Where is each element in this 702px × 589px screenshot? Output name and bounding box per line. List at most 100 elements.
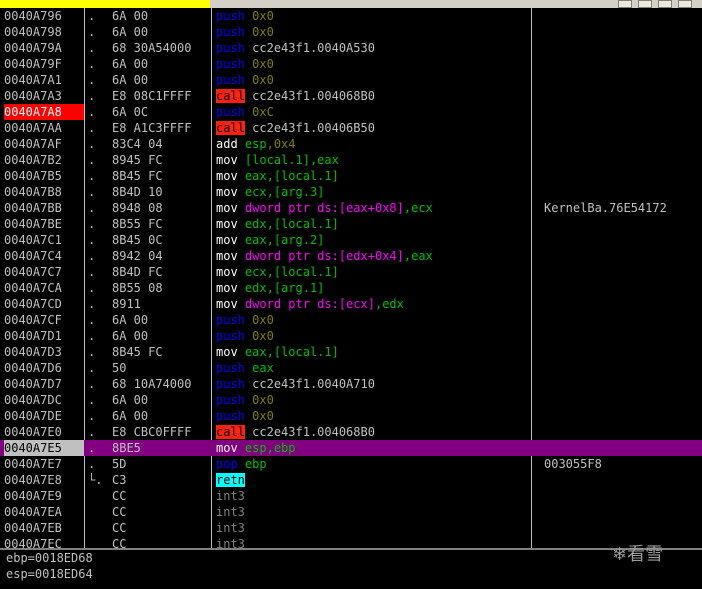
instruction-row[interactable]: 0040A7EA CC int3 bbox=[0, 504, 702, 520]
instruction-row[interactable]: 0040A7D7. 68 10A74000 push cc2e43f1.0040A7… bbox=[0, 376, 702, 392]
hex-bytes[interactable]: CC bbox=[112, 488, 126, 504]
address-cell[interactable]: 0040A7E7 bbox=[4, 456, 84, 472]
disassembly-cell[interactable]: push 0x0 bbox=[216, 392, 274, 408]
instruction-row[interactable]: 0040A798. 6A 00 push 0x0 bbox=[0, 24, 702, 40]
instruction-row[interactable]: 0040A7D6. 50 push eax bbox=[0, 360, 702, 376]
instruction-row[interactable]: 0040A7EC CC int3 bbox=[0, 536, 702, 548]
hex-bytes[interactable]: 6A 0C bbox=[112, 104, 148, 120]
disassembly-cell[interactable]: push 0xC bbox=[216, 104, 274, 120]
hex-bytes[interactable]: CC bbox=[112, 520, 126, 536]
address-cell[interactable]: 0040A7DE bbox=[4, 408, 84, 424]
hex-bytes[interactable]: E8 08C1FFFF bbox=[112, 88, 191, 104]
comment-cell[interactable]: KernelBa.76E54172 bbox=[544, 200, 667, 216]
address-cell[interactable]: 0040A7CF bbox=[4, 312, 84, 328]
hex-bytes[interactable]: 8911 bbox=[112, 296, 141, 312]
instruction-row[interactable]: 0040A796. 6A 00 push 0x0 bbox=[0, 8, 702, 24]
address-cell[interactable]: 0040A7C1 bbox=[4, 232, 84, 248]
disassembly-cell[interactable]: push 0x0 bbox=[216, 408, 274, 424]
hex-bytes[interactable]: E8 CBC0FFFF bbox=[112, 424, 191, 440]
hex-bytes[interactable]: 8B4D 10 bbox=[112, 184, 163, 200]
disassembly-pane[interactable]: 0040A796. 6A 00 push 0x0 0040A798. 6A 00 push… bbox=[0, 8, 702, 548]
disassembly-cell[interactable]: mov ecx,[arg.3] bbox=[216, 184, 324, 200]
address-cell[interactable]: 0040A7D6 bbox=[4, 360, 84, 376]
hex-bytes[interactable]: 8B45 FC bbox=[112, 344, 163, 360]
address-cell[interactable]: 0040A7EC bbox=[4, 536, 84, 548]
instruction-row[interactable]: 0040A7AA. E8 A1C3FFFF call cc2e43f1.00406B… bbox=[0, 120, 702, 136]
header-cell[interactable] bbox=[618, 0, 632, 8]
disassembly-cell[interactable]: mov esp,ebp bbox=[216, 440, 296, 456]
hex-bytes[interactable]: CC bbox=[112, 504, 126, 520]
disassembly-cell[interactable]: push 0x0 bbox=[216, 312, 274, 328]
instruction-row[interactable]: 0040A7A8. 6A 0C push 0xC bbox=[0, 104, 702, 120]
hex-bytes[interactable]: 6A 00 bbox=[112, 8, 148, 24]
disassembly-cell[interactable]: mov edx,[arg.1] bbox=[216, 280, 324, 296]
address-cell[interactable]: 0040A7A8 bbox=[4, 104, 84, 120]
instruction-row[interactable]: 0040A7B2. 8945 FC mov [local.1],eax bbox=[0, 152, 702, 168]
hex-bytes[interactable]: 8942 04 bbox=[112, 248, 163, 264]
hex-bytes[interactable]: 6A 00 bbox=[112, 392, 148, 408]
instruction-row[interactable]: 0040A7B5. 8B45 FC mov eax,[local.1] bbox=[0, 168, 702, 184]
hex-bytes[interactable]: 6A 00 bbox=[112, 56, 148, 72]
disassembly-cell[interactable]: mov edx,[local.1] bbox=[216, 216, 339, 232]
hex-bytes[interactable]: 6A 00 bbox=[112, 328, 148, 344]
hex-bytes[interactable]: CC bbox=[112, 536, 126, 548]
instruction-row[interactable]: 0040A7C4. 8942 04 mov dword ptr ds:[edx+0x… bbox=[0, 248, 702, 264]
address-cell[interactable]: 0040A7B8 bbox=[4, 184, 84, 200]
disassembly-cell[interactable]: mov dword ptr ds:[ecx],edx bbox=[216, 296, 404, 312]
instruction-row[interactable]: 0040A7D3. 8B45 FC mov eax,[local.1] bbox=[0, 344, 702, 360]
disassembly-cell[interactable]: int3 bbox=[216, 504, 245, 520]
disassembly-cell[interactable]: mov eax,[local.1] bbox=[216, 344, 339, 360]
hex-bytes[interactable]: 6A 00 bbox=[112, 408, 148, 424]
hex-bytes[interactable]: 8B45 0C bbox=[112, 232, 163, 248]
hex-bytes[interactable]: 8B45 FC bbox=[112, 168, 163, 184]
instruction-row[interactable]: 0040A7A1. 6A 00 push 0x0 bbox=[0, 72, 702, 88]
hex-bytes[interactable]: 6A 00 bbox=[112, 312, 148, 328]
disassembly-cell[interactable]: call cc2e43f1.004068B0 bbox=[216, 88, 375, 104]
instruction-row[interactable]: 0040A7CD. 8911 mov dword ptr ds:[ecx],edx bbox=[0, 296, 702, 312]
instruction-row[interactable]: 0040A7B8. 8B4D 10 mov ecx,[arg.3] bbox=[0, 184, 702, 200]
address-cell[interactable]: 0040A7EB bbox=[4, 520, 84, 536]
header-cell[interactable] bbox=[658, 0, 672, 8]
hex-bytes[interactable]: 8945 FC bbox=[112, 152, 163, 168]
disassembly-cell[interactable]: add esp,0x4 bbox=[216, 136, 296, 152]
instruction-row[interactable]: 0040A7DE. 6A 00 push 0x0 bbox=[0, 408, 702, 424]
disassembly-cell[interactable]: mov ecx,[local.1] bbox=[216, 264, 339, 280]
hex-bytes[interactable]: 8B55 08 bbox=[112, 280, 163, 296]
disassembly-cell[interactable]: call cc2e43f1.004068B0 bbox=[216, 424, 375, 440]
address-cell[interactable]: 0040A7E5 bbox=[4, 440, 84, 456]
address-cell[interactable]: 0040A7B2 bbox=[4, 152, 84, 168]
disassembly-cell[interactable]: int3 bbox=[216, 488, 245, 504]
hex-bytes[interactable]: 8B4D FC bbox=[112, 264, 163, 280]
disassembly-cell[interactable]: mov dword ptr ds:[eax+0x8],ecx bbox=[216, 200, 433, 216]
disassembly-cell[interactable]: retn bbox=[216, 472, 245, 488]
address-cell[interactable]: 0040A7BE bbox=[4, 216, 84, 232]
disassembly-cell[interactable]: push 0x0 bbox=[216, 328, 274, 344]
instruction-row[interactable]: 0040A7C7. 8B4D FC mov ecx,[local.1] bbox=[0, 264, 702, 280]
address-cell[interactable]: 0040A7EA bbox=[4, 504, 84, 520]
instruction-row[interactable]: 0040A7DC. 6A 00 push 0x0 bbox=[0, 392, 702, 408]
address-cell[interactable]: 0040A796 bbox=[4, 8, 84, 24]
address-cell[interactable]: 0040A7D1 bbox=[4, 328, 84, 344]
hex-bytes[interactable]: E8 A1C3FFFF bbox=[112, 120, 191, 136]
address-cell[interactable]: 0040A7AA bbox=[4, 120, 84, 136]
instruction-row[interactable]: 0040A7AF. 83C4 04 add esp,0x4 bbox=[0, 136, 702, 152]
address-cell[interactable]: 0040A79A bbox=[4, 40, 84, 56]
instruction-row[interactable]: 0040A7BE. 8B55 FC mov edx,[local.1] bbox=[0, 216, 702, 232]
instruction-row[interactable]: 0040A7E5. 8BE5 mov esp,ebp bbox=[0, 440, 702, 456]
hex-bytes[interactable]: 8948 08 bbox=[112, 200, 163, 216]
address-cell[interactable]: 0040A7C7 bbox=[4, 264, 84, 280]
disassembly-cell[interactable]: int3 bbox=[216, 520, 245, 536]
hex-bytes[interactable]: 5D bbox=[112, 456, 126, 472]
instruction-row[interactable]: 0040A79F. 6A 00 push 0x0 bbox=[0, 56, 702, 72]
hex-bytes[interactable]: 6A 00 bbox=[112, 72, 148, 88]
hex-bytes[interactable]: 68 30A54000 bbox=[112, 40, 191, 56]
instruction-row[interactable]: 0040A7BB. 8948 08 mov dword ptr ds:[eax+0x… bbox=[0, 200, 702, 216]
address-cell[interactable]: 0040A7A3 bbox=[4, 88, 84, 104]
address-cell[interactable]: 0040A7AF bbox=[4, 136, 84, 152]
hex-bytes[interactable]: 68 10A74000 bbox=[112, 376, 191, 392]
hex-bytes[interactable]: 83C4 04 bbox=[112, 136, 163, 152]
disassembly-cell[interactable]: call cc2e43f1.00406B50 bbox=[216, 120, 375, 136]
address-cell[interactable]: 0040A7DC bbox=[4, 392, 84, 408]
instruction-row[interactable]: 0040A7E9 CC int3 bbox=[0, 488, 702, 504]
hex-bytes[interactable]: 8BE5 bbox=[112, 440, 141, 456]
